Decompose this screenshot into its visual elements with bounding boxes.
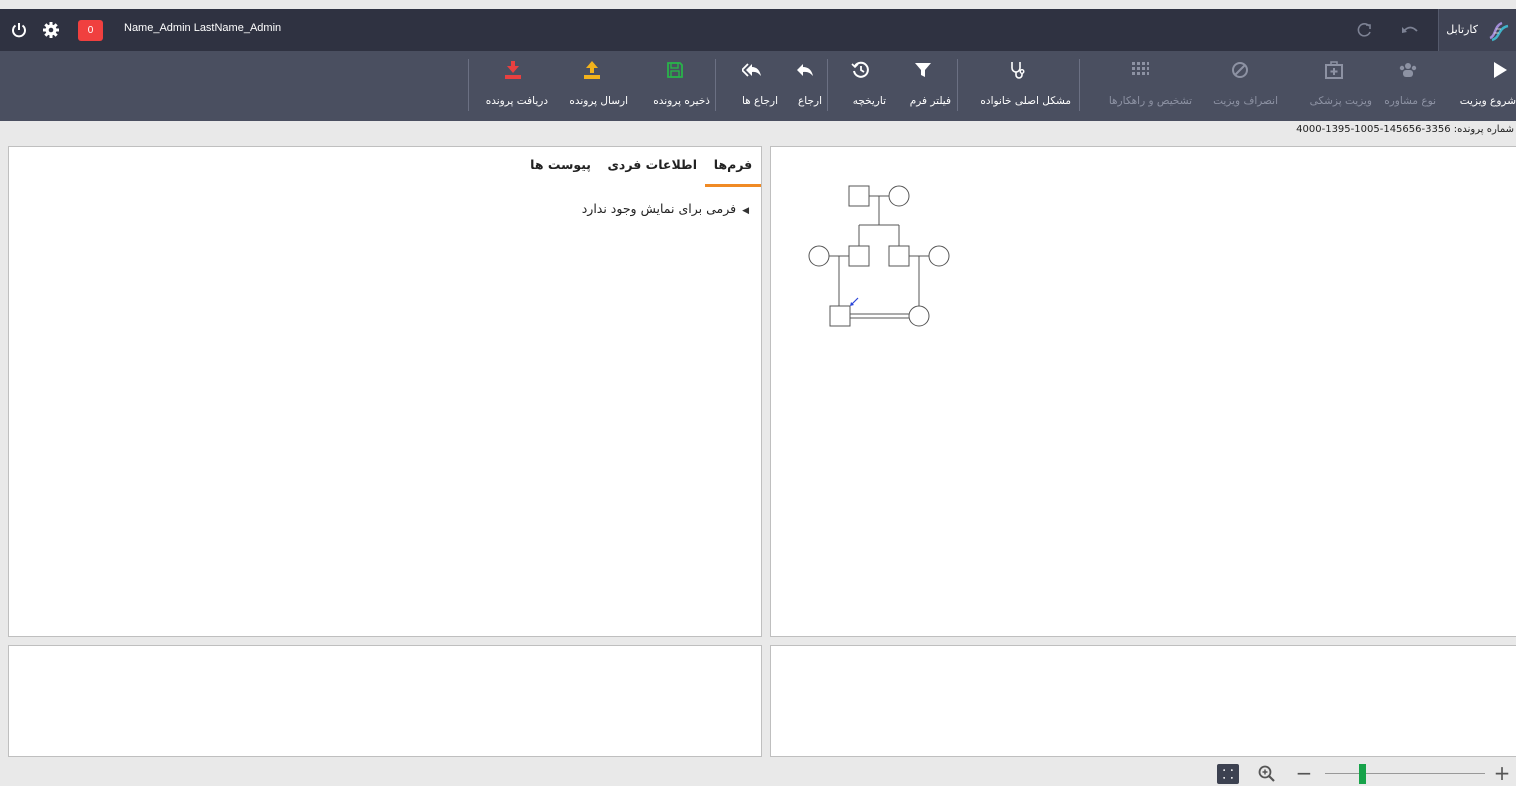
app-window: 0 Name_Admin LastName_Admin کارتابل شروع… — [0, 0, 1516, 786]
cartable-button[interactable]: کارتابل — [1438, 9, 1516, 51]
cartable-label: کارتابل — [1446, 23, 1478, 36]
refer-button[interactable]: ارجاع — [788, 51, 822, 121]
bottom-right-panel — [770, 645, 1516, 757]
toolbar-separator — [468, 59, 469, 111]
toolbar-separator — [1079, 59, 1080, 111]
ban-icon — [1232, 62, 1248, 78]
pedigree-female[interactable] — [888, 185, 910, 207]
receive-file-button[interactable]: دریافت پرونده — [478, 51, 548, 121]
pedigree-male[interactable] — [888, 245, 910, 267]
stethoscope-icon — [1011, 62, 1025, 79]
refers-button[interactable]: ارجاع ها — [726, 51, 778, 121]
consult-type-button[interactable]: نوع مشاوره — [1380, 51, 1436, 121]
upload-icon — [584, 61, 600, 79]
file-info-bar: شماره پرونده: 3356-145656-1005-1395-4000 — [0, 121, 1516, 141]
pedigree-chart — [808, 185, 950, 327]
medkit-icon — [1325, 61, 1343, 79]
reply-icon — [797, 64, 813, 76]
send-file-button[interactable]: ارسال پرونده — [556, 51, 628, 121]
zoom-in-icon[interactable] — [1257, 764, 1277, 784]
pedigree-female[interactable] — [808, 245, 830, 267]
main-toolbar: شروع ویزیت نوع مشاوره ویزیت پزشکی انصراف… — [0, 51, 1516, 121]
form-filter-label: فیلتر فرم — [909, 95, 951, 107]
history-button[interactable]: تاریخچه — [836, 51, 886, 121]
tab-personal-info[interactable]: اطلاعات فردی — [607, 157, 697, 187]
bottom-left-panel — [8, 645, 762, 757]
diagnosis-button[interactable]: تشخیص و راهکارها — [1088, 51, 1192, 121]
forms-tree-empty-item[interactable]: ◀ فرمی برای نمایش وجود ندارد — [582, 201, 749, 216]
start-visit-button[interactable]: شروع ویزیت — [1460, 51, 1516, 121]
save-file-label: ذخیره پرونده — [653, 95, 710, 107]
pedigree-proband[interactable] — [829, 305, 851, 327]
gear-icon[interactable] — [42, 21, 60, 39]
forms-panel: فرم‌ها اطلاعات فردی پیوست ها ◀ فرمی برای … — [8, 146, 762, 637]
family-problem-label: مشکل اصلی خانواده — [980, 95, 1071, 107]
pedigree-male[interactable] — [848, 245, 870, 267]
filter-icon — [915, 63, 931, 77]
forms-tabs: فرم‌ها اطلاعات فردی پیوست ها — [7, 157, 761, 187]
pedigree-female[interactable] — [908, 305, 930, 327]
receive-file-label: دریافت پرونده — [485, 95, 548, 107]
redo-icon[interactable] — [1356, 21, 1374, 39]
cancel-visit-button[interactable]: انصراف ویزیت — [1202, 51, 1278, 121]
refers-label: ارجاع ها — [741, 95, 778, 107]
refer-label: ارجاع — [798, 95, 822, 107]
download-icon — [505, 61, 521, 79]
file-number-row: شماره پرونده: 3356-145656-1005-1395-4000 — [1296, 124, 1514, 135]
tab-attachments[interactable]: پیوست ها — [530, 157, 591, 187]
forms-empty-label: فرمی برای نمایش وجود ندارد — [581, 201, 737, 216]
reply-all-icon — [742, 63, 761, 77]
zoom-fit-button[interactable] — [1217, 764, 1239, 784]
form-filter-button[interactable]: فیلتر فرم — [895, 51, 951, 121]
send-file-label: ارسال پرونده — [569, 95, 628, 107]
zoom-in-button[interactable]: + — [1492, 763, 1512, 783]
play-icon — [1494, 62, 1507, 78]
history-icon — [851, 61, 869, 78]
grid-icon — [1132, 62, 1149, 75]
toolbar-separator — [715, 59, 716, 111]
toolbar-separator — [957, 59, 958, 111]
proband-arrow-icon — [850, 297, 859, 306]
file-number-value: 3356-145656-1005-1395-4000 — [1296, 124, 1451, 135]
floppy-icon — [667, 62, 683, 78]
undo-icon[interactable] — [1400, 21, 1420, 39]
medical-visit-label: ویزیت پزشکی — [1309, 95, 1372, 107]
start-visit-label: شروع ویزیت — [1459, 95, 1516, 107]
title-bar: 0 Name_Admin LastName_Admin کارتابل — [0, 9, 1516, 51]
history-label: تاریخچه — [852, 95, 886, 107]
medical-visit-button[interactable]: ویزیت پزشکی — [1296, 51, 1372, 121]
dna-logo-icon — [1489, 21, 1509, 42]
zoom-slider-thumb[interactable] — [1359, 764, 1366, 784]
file-number-label: شماره پرونده: — [1453, 124, 1514, 135]
pedigree-panel — [770, 146, 1516, 637]
cancel-visit-label: انصراف ویزیت — [1213, 95, 1278, 107]
fit-icon — [1223, 769, 1233, 779]
consult-type-label: نوع مشاوره — [1384, 95, 1436, 107]
pedigree-male[interactable] — [848, 185, 870, 207]
tree-expand-icon[interactable]: ◀ — [742, 206, 749, 216]
zoom-slider-track[interactable] — [1325, 773, 1485, 774]
notification-badge[interactable]: 0 — [78, 20, 103, 41]
save-file-button[interactable]: ذخیره پرونده — [640, 51, 710, 121]
diagnosis-label: تشخیص و راهکارها — [1108, 95, 1192, 107]
tab-forms[interactable]: فرم‌ها — [705, 157, 761, 187]
users-icon — [1399, 63, 1417, 77]
family-problem-button[interactable]: مشکل اصلی خانواده — [965, 51, 1071, 121]
user-name: Name_Admin LastName_Admin — [124, 22, 282, 34]
zoom-out-button[interactable]: − — [1294, 763, 1314, 784]
power-icon[interactable] — [10, 21, 28, 39]
toolbar-separator — [827, 59, 828, 111]
pedigree-female[interactable] — [928, 245, 950, 267]
